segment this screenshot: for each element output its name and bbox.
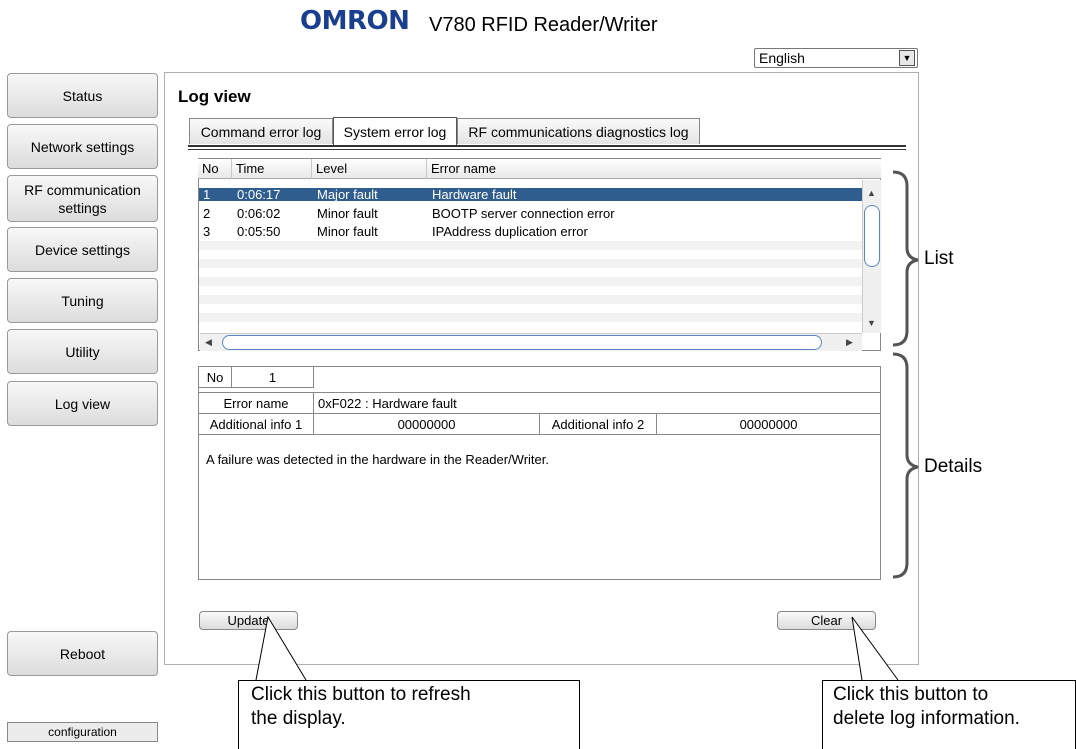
update-callout-pointer (255, 615, 307, 681)
list-annotation: List (924, 248, 954, 269)
clear-callout-pointer (851, 616, 899, 681)
update-callout-line1: Click this button to refresh (251, 684, 471, 705)
annotation-overlay (255, 170, 919, 681)
details-annotation: Details (924, 456, 983, 477)
clear-callout: Click this button to delete log informat… (822, 680, 1076, 749)
update-callout-line2: the display. (251, 708, 346, 729)
list-brace (892, 170, 919, 347)
clear-callout-line1: Click this button to (833, 684, 989, 705)
clear-callout-line2: delete log information. (833, 708, 1020, 729)
update-callout: Click this button to refresh the display… (238, 680, 580, 749)
details-brace (892, 352, 919, 579)
